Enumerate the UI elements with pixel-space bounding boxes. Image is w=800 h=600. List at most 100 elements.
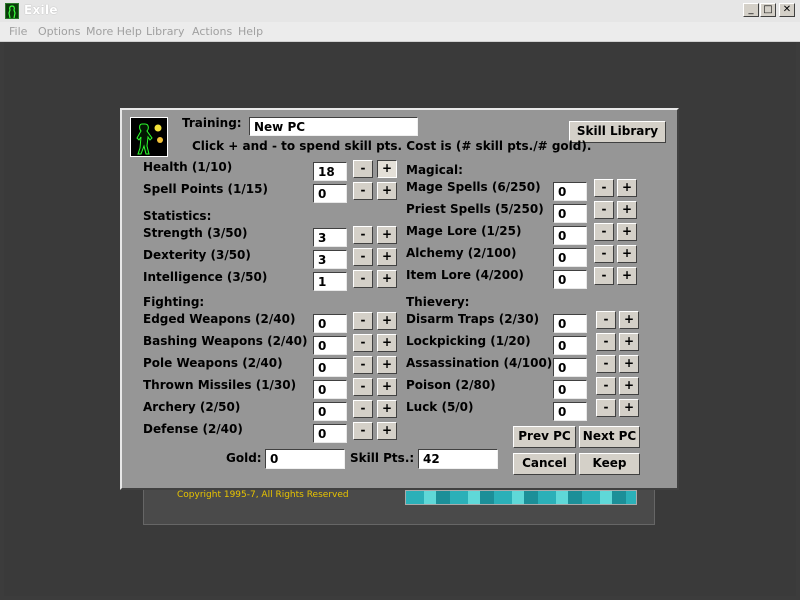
- skill-label: Pole Weapons (2/40): [143, 356, 283, 370]
- skill-pts-label: Skill Pts.:: [350, 451, 415, 465]
- skill-label: Spell Points (1/15): [143, 182, 268, 196]
- skill-label: Luck (5/0): [406, 400, 474, 414]
- increase-button[interactable]: +: [377, 422, 397, 440]
- skill-value: 0: [313, 314, 347, 333]
- title-bar: Exile _ □ ✕: [0, 0, 800, 23]
- skill-value: 0: [313, 424, 347, 443]
- minimize-button[interactable]: _: [743, 3, 759, 17]
- skill-value: 0: [553, 182, 587, 201]
- skill-value: 0: [313, 184, 347, 203]
- increase-button[interactable]: +: [377, 270, 397, 288]
- decrease-button[interactable]: -: [596, 333, 616, 351]
- skill-value: 0: [313, 402, 347, 421]
- skill-label: Assassination (4/100): [406, 356, 553, 370]
- skill-label: Priest Spells (5/250): [406, 202, 544, 216]
- skill-value: 0: [553, 226, 587, 245]
- decrease-button[interactable]: -: [594, 267, 614, 285]
- increase-button[interactable]: +: [377, 226, 397, 244]
- decrease-button[interactable]: -: [353, 182, 373, 200]
- decrease-button[interactable]: -: [596, 377, 616, 395]
- decrease-button[interactable]: -: [353, 312, 373, 330]
- increase-button[interactable]: +: [377, 400, 397, 418]
- menu-options[interactable]: Options: [38, 25, 80, 38]
- decrease-button[interactable]: -: [353, 226, 373, 244]
- increase-button[interactable]: +: [617, 201, 637, 219]
- skill-label: Archery (2/50): [143, 400, 241, 414]
- decrease-button[interactable]: -: [596, 311, 616, 329]
- increase-button[interactable]: +: [619, 311, 639, 329]
- decrease-button[interactable]: -: [353, 422, 373, 440]
- prev-pc-button[interactable]: Prev PC: [513, 426, 576, 448]
- skill-value: 0: [553, 248, 587, 267]
- menu-help[interactable]: Help: [238, 25, 263, 38]
- decrease-button[interactable]: -: [353, 248, 373, 266]
- skill-label: Alchemy (2/100): [406, 246, 517, 260]
- section-thievery: Thievery:: [406, 295, 470, 309]
- skill-label: Defense (2/40): [143, 422, 243, 436]
- next-pc-button[interactable]: Next PC: [579, 426, 640, 448]
- menu-more-help[interactable]: More Help: [86, 25, 142, 38]
- skill-pts-field: 42: [418, 449, 498, 469]
- skill-value: 18: [313, 162, 347, 181]
- app-icon: [5, 3, 19, 19]
- increase-button[interactable]: +: [377, 182, 397, 200]
- decrease-button[interactable]: -: [353, 378, 373, 396]
- gold-label: Gold:: [226, 451, 262, 465]
- menu-actions[interactable]: Actions: [192, 25, 232, 38]
- keep-button[interactable]: Keep: [579, 453, 640, 475]
- menu-library[interactable]: Library: [146, 25, 184, 38]
- skill-label: Health (1/10): [143, 160, 233, 174]
- menu-file[interactable]: File: [9, 25, 27, 38]
- training-label: Training:: [182, 116, 242, 130]
- skill-label: Dexterity (3/50): [143, 248, 251, 262]
- increase-button[interactable]: +: [377, 312, 397, 330]
- skill-value: 3: [313, 228, 347, 247]
- maximize-button[interactable]: □: [760, 3, 776, 17]
- increase-button[interactable]: +: [619, 399, 639, 417]
- increase-button[interactable]: +: [619, 333, 639, 351]
- decrease-button[interactable]: -: [594, 245, 614, 263]
- increase-button[interactable]: +: [617, 223, 637, 241]
- increase-button[interactable]: +: [617, 179, 637, 197]
- section-statistics: Statistics:: [143, 209, 212, 223]
- skill-label: Edged Weapons (2/40): [143, 312, 296, 326]
- gold-field: 0: [265, 449, 345, 469]
- copyright-text: Copyright 1995-7, All Rights Reserved: [177, 490, 349, 500]
- decrease-button[interactable]: -: [594, 223, 614, 241]
- increase-button[interactable]: +: [377, 356, 397, 374]
- decrease-button[interactable]: -: [353, 160, 373, 178]
- skill-value: 0: [553, 402, 587, 421]
- skill-label: Mage Spells (6/250): [406, 180, 541, 194]
- decrease-button[interactable]: -: [353, 400, 373, 418]
- increase-button[interactable]: +: [377, 248, 397, 266]
- increase-button[interactable]: +: [377, 334, 397, 352]
- skill-label: Mage Lore (1/25): [406, 224, 522, 238]
- skill-value: 0: [553, 380, 587, 399]
- decrease-button[interactable]: -: [594, 179, 614, 197]
- skill-value: 0: [553, 270, 587, 289]
- increase-button[interactable]: +: [377, 160, 397, 178]
- increase-button[interactable]: +: [617, 267, 637, 285]
- skill-value: 0: [553, 204, 587, 223]
- skill-label: Item Lore (4/200): [406, 268, 524, 282]
- decrease-button[interactable]: -: [353, 356, 373, 374]
- cancel-button[interactable]: Cancel: [513, 453, 576, 475]
- decrease-button[interactable]: -: [353, 334, 373, 352]
- skill-value: 0: [313, 336, 347, 355]
- decrease-button[interactable]: -: [594, 201, 614, 219]
- skill-label: Poison (2/80): [406, 378, 496, 392]
- skill-label: Bashing Weapons (2/40): [143, 334, 308, 348]
- increase-button[interactable]: +: [377, 378, 397, 396]
- decrease-button[interactable]: -: [353, 270, 373, 288]
- decrease-button[interactable]: -: [596, 355, 616, 373]
- close-button[interactable]: ✕: [779, 3, 795, 17]
- increase-button[interactable]: +: [617, 245, 637, 263]
- pc-name-field[interactable]: New PC: [249, 117, 418, 136]
- skill-label: Strength (3/50): [143, 226, 248, 240]
- increase-button[interactable]: +: [619, 355, 639, 373]
- skill-value: 0: [313, 358, 347, 377]
- section-magical: Magical:: [406, 163, 463, 177]
- decrease-button[interactable]: -: [596, 399, 616, 417]
- increase-button[interactable]: +: [619, 377, 639, 395]
- skill-label: Thrown Missiles (1/30): [143, 378, 297, 392]
